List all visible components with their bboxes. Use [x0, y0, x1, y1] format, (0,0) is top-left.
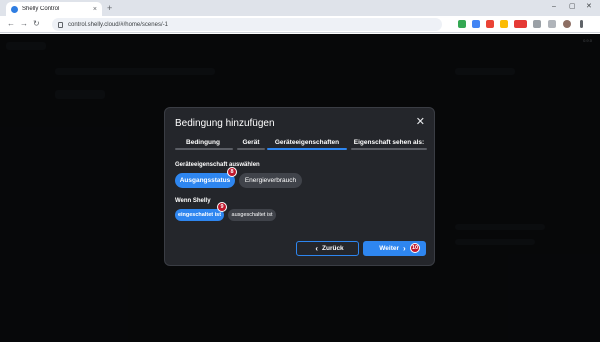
window-close-icon[interactable]: ✕: [586, 2, 592, 12]
option-eingeschaltet[interactable]: eingeschaltet ist: [175, 209, 224, 221]
dialog-title: Bedingung hinzufügen: [175, 118, 275, 129]
back-button-label: Zurück: [322, 245, 344, 252]
youtube-icon[interactable]: [514, 20, 527, 28]
step-badge: 8: [227, 167, 237, 177]
step-badge: 10: [410, 243, 420, 253]
step-bar-active: [267, 148, 347, 150]
shelly-favicon-icon: [11, 5, 18, 13]
chevron-right-icon: ›: [403, 243, 406, 253]
option-energieverbrauch[interactable]: Energieverbrauch: [239, 173, 302, 188]
chevron-left-icon: ‹: [315, 243, 318, 253]
extensions-puzzle-icon[interactable]: [533, 20, 541, 28]
extension-icon[interactable]: [486, 20, 494, 28]
lock-icon: [58, 21, 63, 28]
browser-tab[interactable]: Shelly Control ×: [6, 2, 102, 16]
maximize-icon[interactable]: ▢: [569, 2, 576, 12]
browser-tabstrip: Shelly Control × + – ▢ ✕: [0, 0, 600, 16]
browser-toolbar: ← → ↻ control.shelly.cloud/#/home/scenes…: [0, 16, 600, 33]
address-url: control.shelly.cloud/#/home/scenes/-1: [68, 21, 168, 28]
tab-close-icon[interactable]: ×: [93, 6, 97, 13]
close-icon[interactable]: ✕: [416, 116, 425, 128]
option-ausgangsstatus[interactable]: Ausgangsstatus: [175, 173, 235, 188]
property-section-label: Geräteeigenschaft auswählen: [175, 162, 260, 168]
next-button-label: Weiter: [379, 245, 400, 252]
option-ausgeschaltet[interactable]: ausgeschaltet ist: [228, 209, 276, 221]
back-button[interactable]: ‹ Zurück: [296, 241, 359, 256]
step-bedingung: Bedingung: [186, 139, 220, 146]
kebab-menu-icon[interactable]: [580, 20, 583, 28]
forward-icon[interactable]: →: [20, 19, 28, 29]
wizard-steps: Bedingung Gerät Geräteeigenschaften Eige…: [175, 139, 427, 153]
back-icon[interactable]: ←: [7, 19, 15, 29]
step-bar: [351, 148, 427, 150]
reload-icon[interactable]: ↻: [33, 19, 40, 29]
minimize-icon[interactable]: –: [552, 2, 556, 12]
new-tab-icon[interactable]: +: [107, 3, 112, 13]
condition-section-label: Wenn Shelly: [175, 198, 211, 204]
extension-icon[interactable]: [458, 20, 466, 28]
step-bar: [175, 148, 233, 150]
extension-icon[interactable]: [500, 20, 508, 28]
profile-avatar-icon[interactable]: [563, 20, 571, 28]
step-geraet: Gerät: [242, 139, 260, 146]
step-badge: 9: [217, 202, 227, 212]
step-eigenschaft: Eigenschaft sehen als:: [353, 139, 425, 146]
step-geraeteeigenschaften: Geräteeigenschaften: [274, 139, 340, 146]
tab-title: Shelly Control: [22, 6, 60, 12]
sidepanel-icon[interactable]: [548, 20, 556, 28]
step-bar: [237, 148, 265, 150]
add-condition-dialog: Bedingung hinzufügen ✕ Bedingung Gerät G…: [164, 107, 435, 266]
extension-icon[interactable]: [472, 20, 480, 28]
address-bar[interactable]: control.shelly.cloud/#/home/scenes/-1: [52, 18, 442, 31]
